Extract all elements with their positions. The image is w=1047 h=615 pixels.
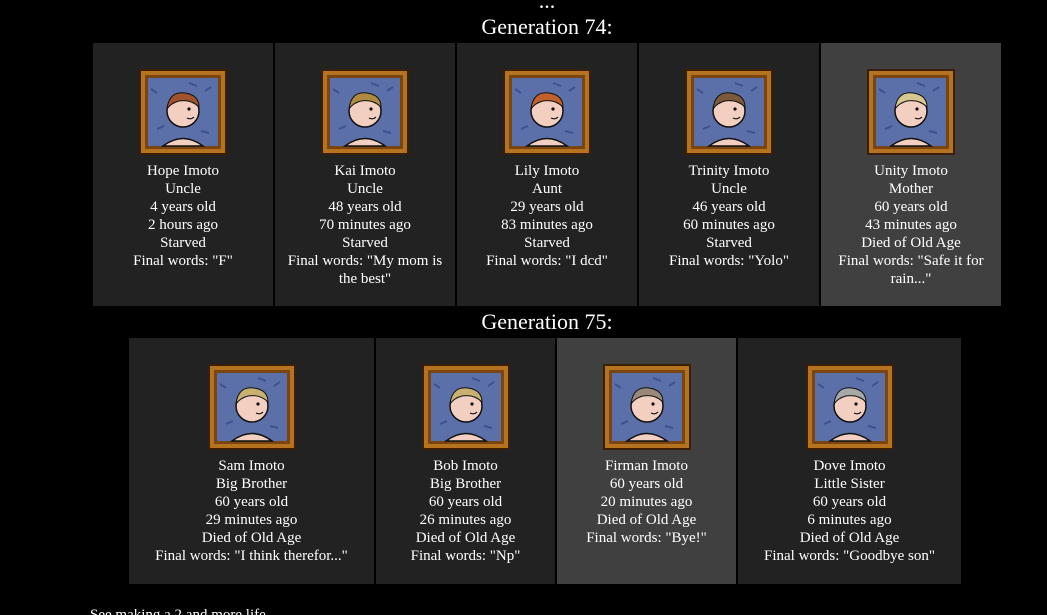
person-final-words: Final words: "I think therefor..." [155,548,348,564]
person-final-words: Final words: "F" [133,253,233,269]
person-age: 60 years old [812,494,887,510]
person-final-words: Final words: "Np" [410,548,521,564]
old-man-portrait-icon [421,364,510,450]
person-age: 60 years old [609,476,684,492]
person-name: Unity Imoto [874,163,948,179]
person-final-words: Final words: "Safe it for rain..." [838,253,984,287]
person-card[interactable]: Trinity Imoto Uncle 46 years old 60 minutes… [639,43,819,306]
person-final-words: Final words: "Bye!" [586,530,707,546]
person-relation: Uncle [165,181,201,197]
person-card[interactable]: Sam Imoto Big Brother 60 years old 29 minut… [129,338,374,584]
person-name: Hope Imoto [146,163,220,179]
person-age: 60 years old [214,494,289,510]
person-final-words: Final words: "Goodbye son" [764,548,935,564]
person-time-ago: 43 minutes ago [865,217,957,233]
person-cause-of-death: Died of Old Age [861,235,961,251]
person-card[interactable]: Hope Imoto Uncle 4 years old 2 hours ago Sta… [93,43,273,306]
person-cause-of-death: Starved [706,235,752,251]
person-time-ago: 20 minutes ago [600,494,693,510]
person-time-ago: 2 hours ago [148,217,218,233]
person-cause-of-death: Died of Old Age [201,530,302,546]
generation-75-row: Sam Imoto Big Brother 60 years old 29 minut… [129,338,961,584]
person-cause-of-death: Starved [524,235,570,251]
generation-75-title: Generation 75: [481,309,613,334]
person-final-words: Final words: "I dcd" [486,253,608,269]
generation-74-title: Generation 74: [481,14,613,39]
person-cause-of-death: Died of Old Age [596,512,697,528]
person-relation: Mother [888,181,934,197]
person-name: Kai Imoto [334,163,396,179]
child-portrait-icon [139,69,227,155]
person-time-ago: 6 minutes ago [807,512,892,528]
person-relation: Uncle [711,181,747,197]
person-final-words: Final words: "Yolo" [669,253,789,269]
person-time-ago: 26 minutes ago [419,512,512,528]
person-name: Sam Imoto [218,458,285,474]
person-relation: Aunt [532,181,562,197]
person-time-ago: 83 minutes ago [501,217,593,233]
curly-hair-portrait-icon [321,69,409,155]
person-card[interactable]: Kai Imoto Uncle 48 years old 70 minutes ago… [275,43,455,306]
ellipsis: ... [538,0,556,13]
person-time-ago: 70 minutes ago [319,217,411,233]
old-woman-portrait-icon [867,69,955,155]
person-age: 4 years old [150,199,216,215]
person-age: 48 years old [328,199,402,215]
person-card[interactable]: Dove Imoto Little Sister 60 years old 6 min… [738,338,961,584]
person-age: 60 years old [874,199,948,215]
person-final-words: Final words: "My mom is the best" [287,253,443,287]
person-card[interactable]: Unity Imoto Mother 60 years old 43 minutes … [821,43,1001,306]
person-name: Firman Imoto [605,458,688,474]
bearded-portrait-icon [685,69,773,155]
person-name: Trinity Imoto [688,163,770,179]
person-name: Dove Imoto [813,458,886,474]
person-name: Bob Imoto [433,458,498,474]
person-time-ago: 60 minutes ago [683,217,775,233]
person-cause-of-death: Starved [342,235,388,251]
person-relation: Little Sister [814,476,885,492]
grey-hair-portrait-icon [805,364,894,450]
old-man-portrait-icon [207,364,296,450]
person-card[interactable]: Lily Imoto Aunt 29 years old 83 minutes ago… [457,43,637,306]
person-age: 46 years old [692,199,766,215]
person-age: 29 years old [510,199,584,215]
footer-text: See making a 2 and more life... [90,607,278,615]
person-relation: Big Brother [215,476,288,492]
person-card[interactable]: Bob Imoto Big Brother 60 years old 26 minut… [376,338,555,584]
generation-74-row: Hope Imoto Uncle 4 years old 2 hours ago Sta… [93,43,1001,306]
person-cause-of-death: Died of Old Age [415,530,516,546]
person-cause-of-death: Died of Old Age [799,530,900,546]
person-cause-of-death: Starved [160,235,206,251]
person-relation: Big Brother [429,476,502,492]
person-relation: Uncle [347,181,383,197]
person-name: Lily Imoto [514,163,580,179]
long-red-hair-portrait-icon [503,69,591,155]
person-age: 60 years old [428,494,503,510]
person-card[interactable]: Firman Imoto 60 years old 20 minutes ago Di… [557,338,736,584]
bald-bearded-portrait-icon [602,364,691,450]
person-time-ago: 29 minutes ago [205,512,298,528]
